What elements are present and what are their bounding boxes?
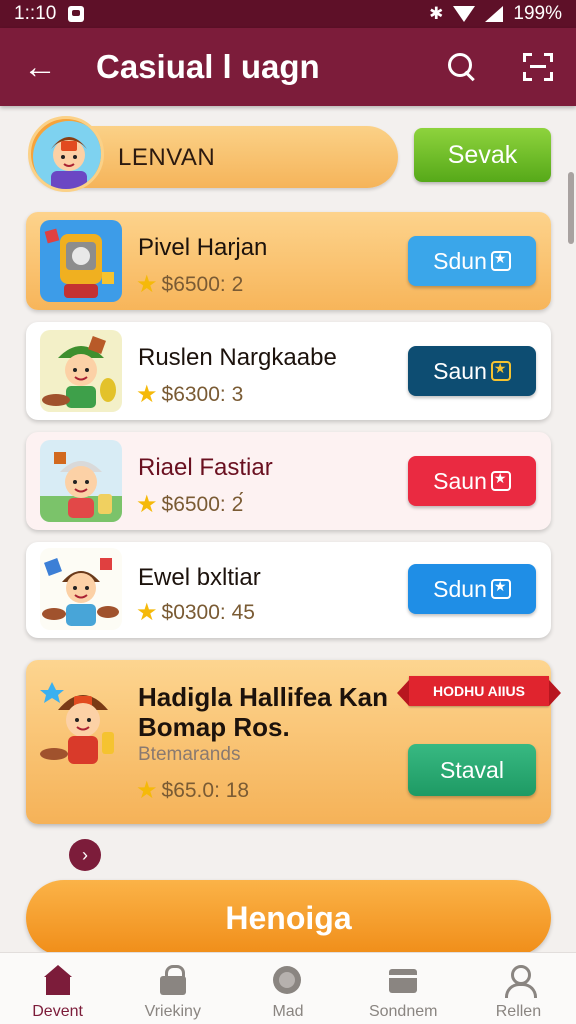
nav-item-sondnem[interactable]: Sondnem [346,953,461,1024]
nav-label: Mad [272,1003,304,1020]
bottom-navigation: Devent Vriekiny Mad Sondnem Rellen [0,952,576,1024]
list-item[interactable]: Pivel Harjan ★ $6500: 2 Sdun [26,212,551,310]
promo-ribbon: HODHU AIIUS [397,676,561,706]
button-label: Saun [433,357,487,384]
item-price: ★ $6300: 3 [136,380,243,409]
item-name: Pivel Harjan [138,234,268,261]
item-price-value: $6500: 2 [161,272,244,296]
item-price: ★ $6500: 2 [136,270,243,299]
badge-icon [490,360,511,381]
nav-label: Rellen [495,1003,542,1020]
lock-icon [157,965,189,997]
avatar[interactable] [28,116,104,192]
scan-icon [523,53,553,81]
list-item[interactable]: Riael Fastiar ★ $6500: 2́ Saun [26,432,551,530]
star-icon: ★ [136,491,158,518]
featured-card[interactable]: HODHU AIIUS Hadigla Hallifea Kan Bomap R… [26,660,561,824]
nav-label: Devent [32,1003,83,1020]
item-price: ★ $0300: 45 [136,598,255,627]
nav-label: Vriekiny [144,1003,201,1020]
item-name: Ewel bxltiar [138,564,261,591]
badge-icon [490,250,511,271]
item-thumbnail [40,330,122,412]
item-action-button[interactable]: Saun [408,346,536,396]
item-thumbnail [40,220,122,302]
star-icon: ★ [136,381,158,408]
item-price: ★ $6500: 2́ [136,490,243,519]
item-action-button[interactable]: Sdun [408,564,536,614]
bluetooth-icon: ✱ [429,4,444,23]
chevron-right-icon[interactable]: › [69,839,101,871]
featured-action-button[interactable]: Staval [408,744,536,796]
app-bar: ← Casiual l uagn [0,28,576,106]
button-label: Sdun [433,247,487,274]
star-icon: ★ [136,777,158,804]
home-icon [42,965,74,997]
nav-item-vriekiny[interactable]: Vriekiny [115,953,230,1024]
nav-item-devent[interactable]: Devent [0,953,115,1024]
scan-button[interactable] [500,28,576,106]
featured-price-value: $65.0: 18 [161,778,250,802]
item-thumbnail [40,440,122,522]
box-icon [387,965,419,997]
featured-subtitle: Btemarands [138,744,241,765]
featured-title-line2: Bomap Ros. [138,712,290,742]
battery-percent: 199% [513,3,562,24]
badge-icon [490,470,511,491]
featured-price: ★ $65.0: 18 [136,776,249,805]
featured-title-line1: Hadigla Hallifea Kan [138,682,388,712]
disc-icon [272,965,304,997]
search-button[interactable] [424,28,500,106]
nav-item-rellen[interactable]: Rellen [461,953,576,1024]
nav-item-mad[interactable]: Mad [230,953,345,1024]
profile-name: LENVAN [118,144,216,171]
button-label: Saun [433,467,487,494]
item-price-value: $6500: 2́ [161,492,244,516]
signal-icon [485,6,504,22]
status-bar: 1::10 ✱ 199% [0,0,576,28]
featured-thumbnail [38,674,128,774]
item-price-value: $6300: 3 [161,382,244,406]
star-icon: ★ [136,599,158,626]
item-action-button[interactable]: Sdun [408,236,536,286]
item-action-button[interactable]: Saun [408,456,536,506]
clock: 1::10 [14,3,57,24]
button-label: Sdun [433,575,487,602]
page-title: Casiual l uagn [96,48,320,85]
person-icon [502,965,538,998]
list-item[interactable]: Ruslen Nargkaabe ★ $6300: 3 Saun [26,322,551,420]
back-arrow-icon[interactable]: ← [0,28,80,106]
wifi-icon [453,6,476,22]
nav-label: Sondnem [368,1003,438,1020]
star-icon: ★ [136,271,158,298]
scrollbar[interactable] [568,172,574,244]
shopping-bag-icon [68,6,85,22]
primary-action-button[interactable]: Henoiga [26,880,551,956]
badge-icon [490,578,511,599]
item-thumbnail [40,548,122,630]
search-icon [448,53,476,81]
item-price-value: $0300: 45 [161,600,255,624]
sevak-button[interactable]: Sevak [414,128,551,182]
item-name: Ruslen Nargkaabe [138,344,337,371]
list-item[interactable]: Ewel bxltiar ★ $0300: 45 Sdun [26,542,551,638]
item-name: Riael Fastiar [138,454,273,481]
